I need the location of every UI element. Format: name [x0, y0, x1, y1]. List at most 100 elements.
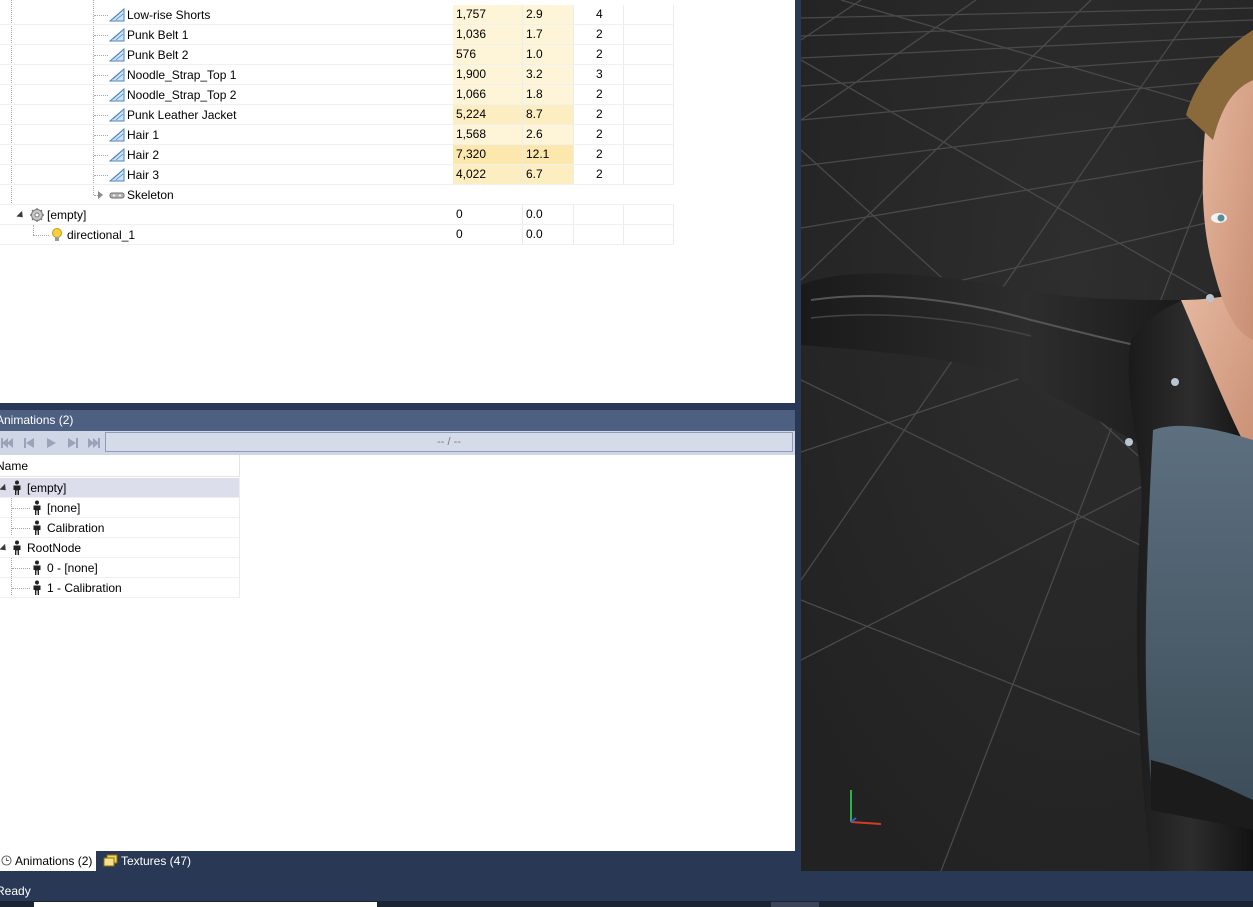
jacket-stud [1125, 438, 1133, 446]
scene-cell-percent: 1.7 [523, 25, 574, 44]
scene-cell-extra [624, 145, 674, 164]
mesh-icon [109, 47, 125, 62]
scene-cell-percent: 1.8 [523, 85, 574, 104]
jacket-stud [1206, 294, 1214, 302]
animation-item-1-calibration[interactable]: 1 - Calibration [0, 578, 240, 598]
scene-cell-percent: 3.2 [523, 65, 574, 84]
mesh-icon [109, 67, 125, 82]
scene-cell-level: 3 [574, 65, 624, 84]
figure-icon [13, 480, 21, 495]
scene-row-label: Punk Leather Jacket [127, 108, 237, 122]
3d-viewport[interactable] [801, 0, 1253, 871]
mesh-icon [109, 147, 125, 162]
expand-arrow-icon[interactable] [98, 191, 103, 199]
next-frame-icon[interactable] [66, 436, 80, 450]
collapse-arrow-icon[interactable] [0, 543, 9, 554]
first-frame-icon[interactable] [0, 436, 14, 450]
tab-animations[interactable]: Animations (2) [0, 851, 96, 871]
scene-cell-count: 0 [453, 205, 523, 224]
scene-cell-extra [624, 85, 674, 104]
animation-item-calibration[interactable]: Calibration [0, 518, 240, 538]
animations-list: Name [empty] [none] Calibration RootNode… [0, 455, 795, 851]
scene-cell-level [574, 225, 624, 244]
scene-row-label: Hair 2 [127, 148, 160, 162]
scene-cell-count: 5,224 [453, 105, 523, 124]
scene-cell-percent: 8.7 [523, 105, 574, 124]
scene-cell-level: 2 [574, 45, 624, 64]
animation-label: [none] [47, 501, 81, 515]
scene-row-punk-belt-2[interactable]: Punk Belt 2 576 1.0 2 [0, 45, 674, 65]
scene-row-label: Hair 1 [127, 128, 160, 142]
scene-cell-level: 2 [574, 85, 624, 104]
collapse-arrow-icon[interactable] [0, 483, 9, 494]
animation-progress-bar[interactable]: -- / -- [105, 432, 793, 452]
scene-cell-percent: 1.0 [523, 45, 574, 64]
taskbar-segment [771, 902, 819, 907]
scene-row-hair-3[interactable]: Hair 3 4,022 6.7 2 [0, 165, 674, 185]
scene-cell-extra [624, 45, 674, 64]
jacket-stud [1171, 378, 1179, 386]
scene-row-low-rise-shorts[interactable]: Low-rise Shorts 1,757 2.9 4 [0, 5, 674, 25]
animation-label: [empty] [27, 481, 67, 495]
tank-top [1145, 425, 1253, 820]
column-header-name[interactable]: Name [0, 455, 240, 477]
scene-cell-count: 576 [453, 45, 523, 64]
scene-row-label: Punk Belt 1 [127, 28, 189, 42]
scene-row-noodle-strap-top-2[interactable]: Noodle_Strap_Top 2 1,066 1.8 2 [0, 85, 674, 105]
gear-icon [30, 208, 44, 222]
scene-cell-count: 1,568 [453, 125, 523, 144]
scene-row-hair-2[interactable]: Hair 2 7,320 12.1 2 [0, 145, 674, 165]
scene-row-directional-1[interactable]: directional_1 0 0.0 [0, 225, 674, 245]
scene-row-punk-leather-jacket[interactable]: Punk Leather Jacket 5,224 8.7 2 [0, 105, 674, 125]
scene-row-label: Punk Belt 2 [127, 48, 189, 62]
figure-icon [33, 500, 41, 515]
animation-label: 1 - Calibration [47, 581, 122, 595]
status-bar: Ready [0, 871, 1253, 907]
scene-row-noodle-strap-top-1[interactable]: Noodle_Strap_Top 1 1,900 3.2 3 [0, 65, 674, 85]
animation-item-none[interactable]: [none] [0, 498, 240, 518]
scene-cell-percent: 2.9 [523, 5, 574, 24]
scene-cell-extra [624, 5, 674, 24]
skeleton-icon [109, 192, 125, 199]
scene-cell-count: 7,320 [453, 145, 523, 164]
figure-icon [33, 520, 41, 535]
animation-label: 0 - [none] [47, 561, 98, 575]
scene-cell-count: 1,066 [453, 85, 523, 104]
scene-row-label: Noodle_Strap_Top 1 [127, 68, 237, 82]
viewport-scene [801, 0, 1253, 871]
animations-panel-title: Animations (2) [0, 410, 795, 431]
scene-cell-extra [624, 25, 674, 44]
last-frame-icon[interactable] [87, 436, 101, 450]
scene-row-label: Low-rise Shorts [127, 8, 211, 22]
scene-cell-percent: 0.0 [523, 225, 574, 244]
scene-cell-percent: 6.7 [523, 165, 574, 184]
status-text: Ready [0, 884, 31, 898]
scene-cell-count: 1,757 [453, 5, 523, 24]
scene-cell-percent: 0.0 [523, 205, 574, 224]
collapse-arrow-icon[interactable] [16, 210, 26, 221]
scene-cell-percent: 12.1 [523, 145, 574, 164]
scene-row-empty-node[interactable]: [empty] 0 0.0 [0, 205, 674, 225]
scene-tree-panel: Low-rise Shorts 1,757 2.9 4 Punk Belt 1 … [0, 0, 795, 403]
previous-frame-icon[interactable] [22, 436, 36, 450]
scene-row-hair-1[interactable]: Hair 1 1,568 2.6 2 [0, 125, 674, 145]
scene-row-label: directional_1 [67, 228, 136, 242]
scene-row-punk-belt-1[interactable]: Punk Belt 1 1,036 1.7 2 [0, 25, 674, 45]
scene-cell-count: 1,900 [453, 65, 523, 84]
play-icon[interactable] [44, 436, 58, 450]
scene-cell-extra [624, 125, 674, 144]
light-bulb-icon [52, 228, 62, 241]
mesh-icon [109, 7, 125, 22]
scene-cell-level: 2 [574, 105, 624, 124]
scene-cell-count: 0 [453, 225, 523, 244]
tab-textures[interactable]: Textures (47) [102, 851, 202, 871]
animation-group-empty[interactable]: [empty] [0, 478, 240, 498]
animation-item-0-none[interactable]: 0 - [none] [0, 558, 240, 578]
scene-row-label: Hair 3 [127, 168, 160, 182]
mesh-icon [109, 107, 125, 122]
figure-icon [33, 580, 41, 595]
scene-row-skeleton[interactable]: Skeleton [0, 185, 674, 205]
animation-group-rootnode[interactable]: RootNode [0, 538, 240, 558]
panel-tab-strip: Animations (2) Textures (47) [0, 851, 795, 871]
mesh-icon [109, 27, 125, 42]
